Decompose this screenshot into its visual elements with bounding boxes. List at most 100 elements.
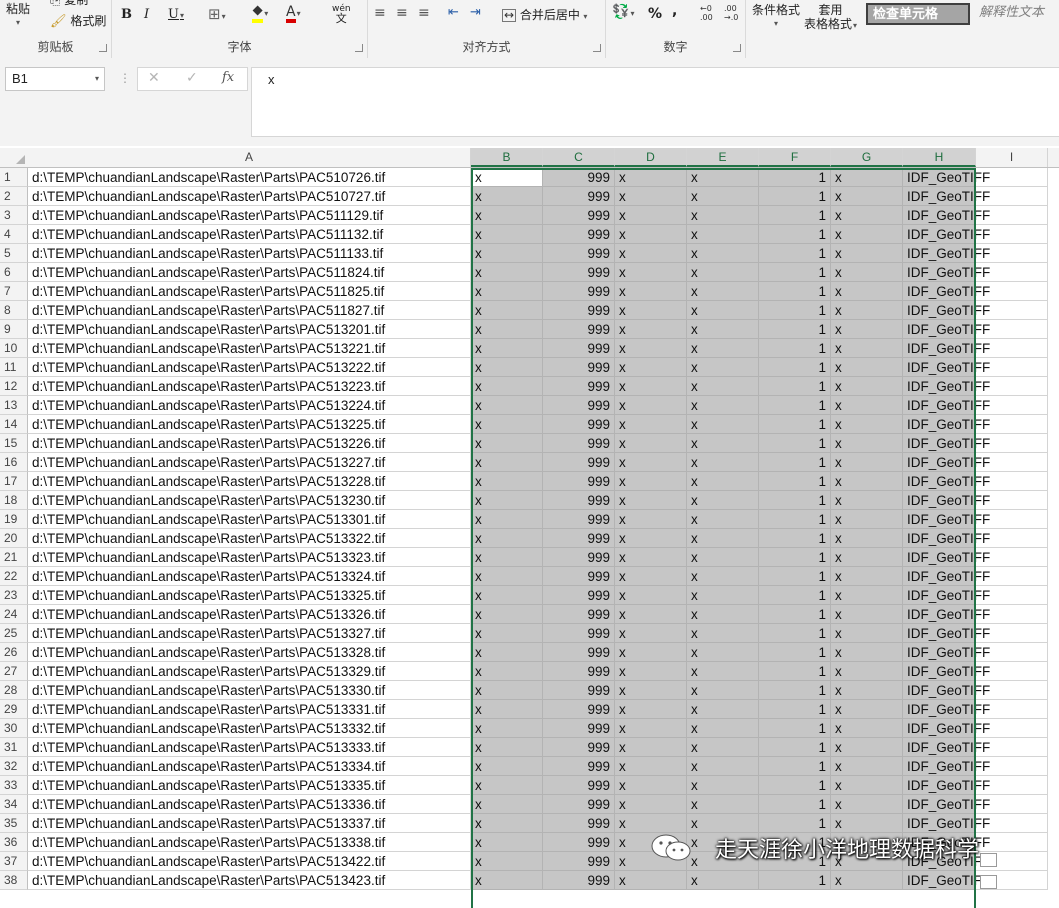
cell-d[interactable]: x — [615, 700, 687, 719]
cell-d[interactable]: x — [615, 871, 687, 890]
cell-g[interactable]: x — [831, 548, 903, 567]
cell-b[interactable]: x — [471, 757, 543, 776]
cell-g[interactable]: x — [831, 681, 903, 700]
cell-g[interactable]: x — [831, 434, 903, 453]
cell-e[interactable]: x — [687, 263, 759, 282]
cell-f[interactable]: 1 — [759, 225, 831, 244]
cell-f[interactable]: 1 — [759, 757, 831, 776]
cell-c[interactable]: 999 — [543, 244, 615, 263]
row-header[interactable]: 18 — [0, 491, 28, 510]
cell-a[interactable]: d:\TEMP\chuandianLandscape\Raster\Parts\… — [28, 871, 471, 890]
cell-b[interactable]: x — [471, 434, 543, 453]
cell-h[interactable]: IDF_GeoTIFF — [903, 510, 990, 529]
row-header[interactable]: 14 — [0, 415, 28, 434]
accounting-dropdown-icon[interactable]: ▾ — [630, 9, 634, 18]
insert-function-icon[interactable]: fx — [222, 70, 234, 85]
cell-e[interactable]: x — [687, 282, 759, 301]
row-header[interactable]: 26 — [0, 643, 28, 662]
row-header[interactable]: 11 — [0, 358, 28, 377]
row-header[interactable]: 19 — [0, 510, 28, 529]
name-box[interactable]: B1 ▾ — [5, 67, 105, 91]
row-header[interactable]: 24 — [0, 605, 28, 624]
cell-b[interactable]: x — [471, 510, 543, 529]
cell-c[interactable]: 999 — [543, 377, 615, 396]
borders-dropdown-icon[interactable]: ▾ — [222, 12, 226, 21]
cell-h[interactable]: IDF_GeoTIFF — [903, 187, 990, 206]
increase-indent-button[interactable]: ⇥ — [470, 6, 481, 20]
cell-f[interactable]: 1 — [759, 358, 831, 377]
cell-b[interactable]: x — [471, 282, 543, 301]
cell-e[interactable]: x — [687, 434, 759, 453]
cell-b[interactable]: x — [471, 415, 543, 434]
cell-d[interactable]: x — [615, 795, 687, 814]
cell-f[interactable]: 1 — [759, 320, 831, 339]
row-header[interactable]: 7 — [0, 282, 28, 301]
cell-e[interactable]: x — [687, 339, 759, 358]
cell-a[interactable]: d:\TEMP\chuandianLandscape\Raster\Parts\… — [28, 529, 471, 548]
cell-a[interactable]: d:\TEMP\chuandianLandscape\Raster\Parts\… — [28, 415, 471, 434]
cell-f[interactable]: 1 — [759, 510, 831, 529]
row-header[interactable]: 35 — [0, 814, 28, 833]
cell-c[interactable]: 999 — [543, 263, 615, 282]
row-header[interactable]: 12 — [0, 377, 28, 396]
row-header[interactable]: 25 — [0, 624, 28, 643]
row-header[interactable]: 28 — [0, 681, 28, 700]
cell-g[interactable]: x — [831, 567, 903, 586]
conditional-formatting-button[interactable]: 条件格式 ▾ — [752, 3, 800, 31]
merge-center-dropdown-icon[interactable]: ▾ — [581, 12, 587, 21]
cell-f[interactable]: 1 — [759, 282, 831, 301]
cell-h[interactable]: IDF_GeoTIFF — [903, 681, 990, 700]
cell-e[interactable]: x — [687, 586, 759, 605]
cell-e[interactable]: x — [687, 605, 759, 624]
copy-button[interactable]: ⎘ 复制 — [50, 0, 88, 8]
cell-a[interactable]: d:\TEMP\chuandianLandscape\Raster\Parts\… — [28, 320, 471, 339]
cell-h[interactable]: IDF_GeoTIFF — [903, 491, 990, 510]
cell-b[interactable]: x — [471, 244, 543, 263]
cell-d[interactable]: x — [615, 282, 687, 301]
cell-a[interactable]: d:\TEMP\chuandianLandscape\Raster\Parts\… — [28, 738, 471, 757]
cell-b[interactable]: x — [471, 301, 543, 320]
cell-h[interactable]: IDF_GeoTIFF — [903, 396, 990, 415]
cell-c[interactable]: 999 — [543, 643, 615, 662]
cell-e[interactable]: x — [687, 301, 759, 320]
cell-d[interactable]: x — [615, 225, 687, 244]
cell-d[interactable]: x — [615, 624, 687, 643]
row-header[interactable]: 32 — [0, 757, 28, 776]
cell-h[interactable]: IDF_GeoTIFF — [903, 434, 990, 453]
cell-a[interactable]: d:\TEMP\chuandianLandscape\Raster\Parts\… — [28, 833, 471, 852]
cell-h[interactable]: IDF_GeoTIFF — [903, 814, 990, 833]
name-box-dropdown-icon[interactable]: ▾ — [95, 68, 99, 90]
borders-button[interactable]: ⊞▾ — [208, 7, 226, 24]
increase-decimal-button[interactable]: ←0 .00 — [700, 4, 713, 22]
cell-f[interactable]: 1 — [759, 700, 831, 719]
cell-b[interactable]: x — [471, 871, 543, 890]
cell-e[interactable]: x — [687, 776, 759, 795]
cell-d[interactable]: x — [615, 377, 687, 396]
cell-h[interactable]: IDF_GeoTIFF — [903, 225, 990, 244]
cell-c[interactable]: 999 — [543, 339, 615, 358]
cell-d[interactable]: x — [615, 814, 687, 833]
cell-f[interactable]: 1 — [759, 187, 831, 206]
cell-c[interactable]: 999 — [543, 206, 615, 225]
cell-f[interactable]: 1 — [759, 472, 831, 491]
cell-c[interactable]: 999 — [543, 225, 615, 244]
cell-h[interactable]: IDF_GeoTIFF — [903, 472, 990, 491]
column-header-b[interactable]: B — [471, 148, 543, 167]
bold-button[interactable]: B — [121, 8, 132, 22]
cell-e[interactable]: x — [687, 719, 759, 738]
cell-c[interactable]: 999 — [543, 510, 615, 529]
cell-g[interactable]: x — [831, 662, 903, 681]
cell-c[interactable]: 999 — [543, 358, 615, 377]
cell-h[interactable]: IDF_GeoTIFF — [903, 415, 990, 434]
row-header[interactable]: 38 — [0, 871, 28, 890]
quick-analysis-icon[interactable] — [980, 853, 997, 867]
cell-d[interactable]: x — [615, 244, 687, 263]
cell-h[interactable]: IDF_GeoTIFF — [903, 168, 990, 187]
cell-g[interactable]: x — [831, 605, 903, 624]
cell-c[interactable]: 999 — [543, 852, 615, 871]
cell-h[interactable]: IDF_GeoTIFF — [903, 320, 990, 339]
fill-color-button[interactable]: ⯁▾ — [252, 5, 268, 23]
cell-f[interactable]: 1 — [759, 244, 831, 263]
cell-e[interactable]: x — [687, 453, 759, 472]
align-left-button[interactable]: ≡ — [374, 6, 386, 20]
